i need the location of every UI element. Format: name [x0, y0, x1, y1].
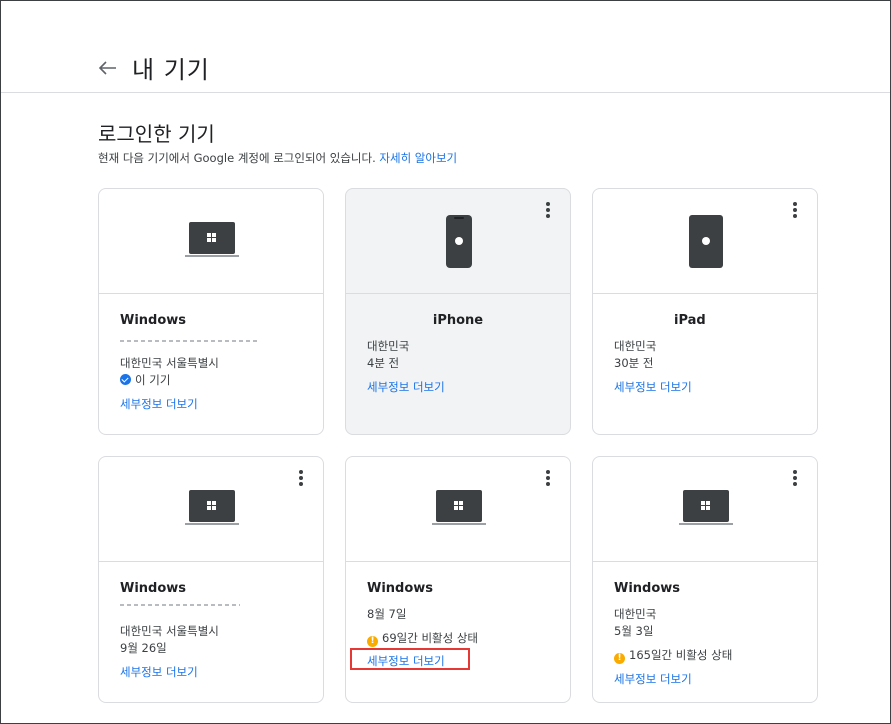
device-last-active: 5월 3일	[614, 624, 654, 638]
device-card-image-area	[99, 189, 323, 294]
details-link[interactable]: 세부정보 더보기	[120, 396, 198, 412]
learn-more-link[interactable]: 자세히 알아보기	[379, 151, 457, 165]
highlight-box	[350, 648, 470, 670]
warning-icon: !	[614, 653, 625, 664]
section-description: 현재 다음 기기에서 Google 계정에 로그인되어 있습니다. 자세히 알아…	[98, 150, 457, 166]
device-card-image-area	[593, 457, 817, 562]
more-options-icon[interactable]	[787, 201, 803, 219]
device-location: 대한민국	[367, 339, 410, 353]
device-last-active: 8월 7일	[367, 607, 407, 621]
arrow-left-icon[interactable]	[96, 58, 118, 78]
device-name: iPad	[674, 313, 706, 328]
device-card-windows[interactable]: Windows 대한민국 5월 3일 ! 165일간 비활성 상태 세부정보 더보…	[592, 456, 818, 703]
inactive-status: 165일간 비활성 상태	[629, 648, 733, 662]
device-card-image-area	[346, 189, 570, 294]
redacted-text	[120, 604, 240, 606]
device-name: Windows	[120, 581, 187, 596]
check-circle-icon	[120, 374, 131, 385]
device-name: iPhone	[432, 313, 484, 328]
device-last-active: 30분 전	[614, 356, 654, 370]
this-device-label: 이 기기	[135, 373, 171, 387]
iphone-icon	[446, 215, 472, 268]
section-description-text: 현재 다음 기기에서 Google 계정에 로그인되어 있습니다.	[98, 151, 376, 165]
more-options-icon[interactable]	[293, 469, 309, 487]
page-title: 내 기기	[132, 56, 210, 84]
device-card-iphone[interactable]: iPhone 대한민국 4분 전 세부정보 더보기	[345, 188, 571, 435]
details-link[interactable]: 세부정보 더보기	[367, 379, 445, 395]
device-location: 대한민국 서울특별시	[120, 624, 219, 638]
more-options-icon[interactable]	[787, 469, 803, 487]
inactive-status-row: ! 165일간 비활성 상태	[614, 647, 732, 664]
device-card-image-area	[346, 457, 570, 562]
device-card-ipad[interactable]: iPad 대한민국 30분 전 세부정보 더보기	[592, 188, 818, 435]
details-link[interactable]: 세부정보 더보기	[614, 671, 692, 687]
page-header: 내 기기	[1, 1, 890, 93]
more-options-icon[interactable]	[540, 201, 556, 219]
inactive-status: 69일간 비활성 상태	[382, 631, 479, 645]
laptop-windows-icon	[679, 490, 733, 525]
device-name: Windows	[367, 581, 434, 596]
inactive-status-row: ! 69일간 비활성 상태	[367, 630, 478, 647]
device-card-windows[interactable]: Windows 대한민국 서울특별시 9월 26일 세부정보 더보기	[98, 456, 324, 703]
laptop-windows-icon	[432, 490, 486, 525]
details-link[interactable]: 세부정보 더보기	[614, 379, 692, 395]
device-location: 대한민국	[614, 607, 657, 621]
device-card-image-area	[593, 189, 817, 294]
redacted-text	[120, 340, 260, 342]
laptop-windows-icon	[185, 490, 239, 525]
device-card-image-area	[99, 457, 323, 562]
device-card-windows-current[interactable]: Windows 대한민국 서울특별시 이 기기 세부정보 더보기	[98, 188, 324, 435]
laptop-windows-icon	[185, 222, 239, 257]
this-device-row: 이 기기	[120, 372, 170, 388]
device-last-active: 9월 26일	[120, 641, 167, 655]
more-options-icon[interactable]	[540, 469, 556, 487]
device-location: 대한민국	[614, 339, 657, 353]
warning-icon: !	[367, 636, 378, 647]
device-name: Windows	[614, 581, 681, 596]
device-location: 대한민국 서울특별시	[120, 356, 219, 370]
device-last-active: 4분 전	[367, 356, 400, 370]
ipad-icon	[689, 215, 723, 268]
device-name: Windows	[120, 313, 187, 328]
section-title: 로그인한 기기	[98, 122, 215, 146]
details-link[interactable]: 세부정보 더보기	[120, 664, 198, 680]
